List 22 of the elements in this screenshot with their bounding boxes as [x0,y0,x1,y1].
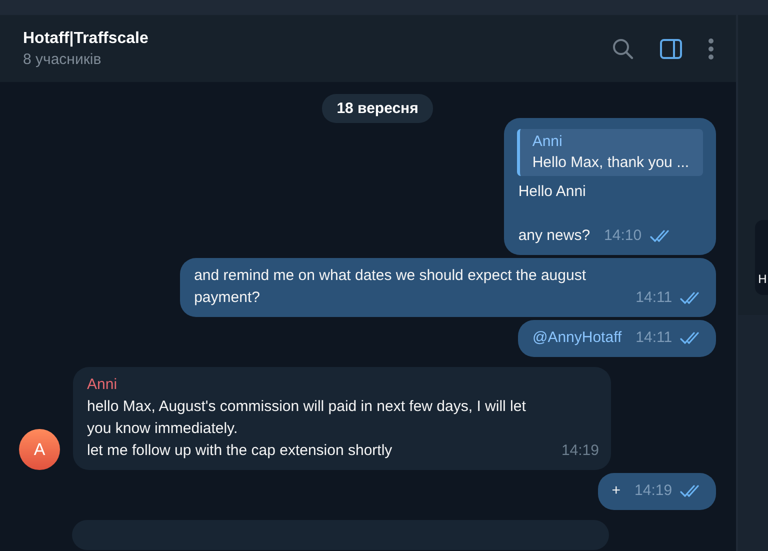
message-time: 14:10 [604,226,642,246]
search-icon[interactable] [612,38,634,60]
message-text: hello Max, August's commission will paid in next few days, I will let you know immediately. let me follow up with the cap extension shortly [87,397,527,461]
avatar[interactable]: A [19,429,60,470]
message-text: + [612,481,621,501]
mention-link[interactable]: @AnnyHotaff [532,327,622,349]
member-count: 8 учасників [23,50,102,68]
reply-author: Anni [532,132,564,152]
preview-card[interactable]: H [755,220,768,295]
message-text: and remind me on what dates we should expect the august payment? [194,266,587,308]
chat-title: Hotaff|Traffscale [23,30,150,48]
message-time: 14:19 [561,441,599,461]
message-text: Hello Anni any news? [518,182,590,246]
reply-quote[interactable]: Anni Hello Max, thank you ... [517,129,704,176]
more-icon[interactable] [708,38,714,60]
message-time: 14:11 [636,288,672,308]
reply-text: Hello Max, thank you ... [532,153,690,173]
message-time: 14:19 [634,481,672,501]
date-separator: 18 вересня [322,94,434,123]
sender-name: Anni [87,375,118,395]
side-panel-icon[interactable] [660,38,682,58]
message-time: 14:11 [636,328,672,348]
